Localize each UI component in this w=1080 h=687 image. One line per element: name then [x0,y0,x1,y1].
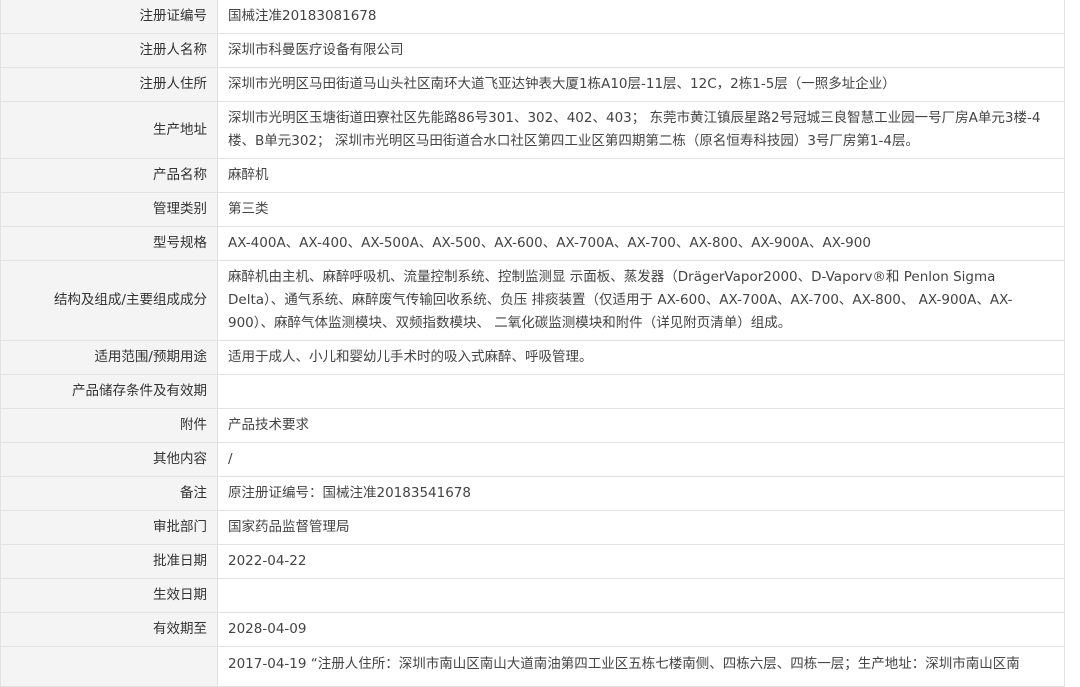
row-label [0,646,218,687]
row-label: 产品名称 [0,158,218,193]
table-row: 型号规格 AX-400A、AX-400、AX-500A、AX-500、AX-60… [0,226,1065,261]
row-value: 麻醉机由主机、麻醉呼吸机、流量控制系统、控制监测显 示面板、蒸发器（Dräger… [217,260,1065,341]
table-row: 有效期至 2028-04-09 [0,612,1065,647]
registration-info-table: 注册证编号 国械注准20183081678 注册人名称 深圳市科曼医疗设备有限公… [0,0,1065,687]
row-value: 2022-04-22 [217,544,1065,579]
row-label: 生产地址 [0,101,218,159]
row-value [217,374,1065,409]
row-label: 其他内容 [0,442,218,477]
table-row: 生效日期 [0,578,1065,613]
row-value: 深圳市光明区马田街道马山头社区南环大道飞亚达钟表大厦1栋A10层-11层、12C… [217,67,1065,102]
row-value: 国械注准20183081678 [217,0,1065,34]
table-row: 管理类别 第三类 [0,192,1065,227]
row-label: 产品储存条件及有效期 [0,374,218,409]
row-value: 深圳市光明区玉塘街道田寮社区先能路86号301、302、402、403； 东莞市… [217,101,1065,159]
row-value: 2028-04-09 [217,612,1065,647]
table-row: 审批部门 国家药品监督管理局 [0,510,1065,545]
row-label: 备注 [0,476,218,511]
table-row: 产品储存条件及有效期 [0,374,1065,409]
table-row: 生产地址 深圳市光明区玉塘街道田寮社区先能路86号301、302、402、403… [0,101,1065,159]
row-value: 2017-04-19 “注册人住所：深圳市南山区南山大道南油第四工业区五栋七楼南… [217,646,1065,687]
table-row: 附件 产品技术要求 [0,408,1065,443]
row-label: 型号规格 [0,226,218,261]
table-row: 注册人住所 深圳市光明区马田街道马山头社区南环大道飞亚达钟表大厦1栋A10层-1… [0,67,1065,102]
table-row: 备注 原注册证编号：国械注准20183541678 [0,476,1065,511]
row-label: 注册人住所 [0,67,218,102]
row-value: 国家药品监督管理局 [217,510,1065,545]
row-value: 适用于成人、小儿和婴幼儿手术时的吸入式麻醉、呼吸管理。 [217,340,1065,375]
row-label: 结构及组成/主要组成成分 [0,260,218,341]
row-value: / [217,442,1065,477]
row-label: 批准日期 [0,544,218,579]
row-label: 适用范围/预期用途 [0,340,218,375]
row-value: AX-400A、AX-400、AX-500A、AX-500、AX-600、AX-… [217,226,1065,261]
row-label: 有效期至 [0,612,218,647]
row-label: 审批部门 [0,510,218,545]
row-label: 注册证编号 [0,0,218,34]
table-row: 结构及组成/主要组成成分 麻醉机由主机、麻醉呼吸机、流量控制系统、控制监测显 示… [0,260,1065,341]
row-value: 产品技术要求 [217,408,1065,443]
page-margin [1065,0,1080,671]
row-value: 第三类 [217,192,1065,227]
table-row: 2017-04-19 “注册人住所：深圳市南山区南山大道南油第四工业区五栋七楼南… [0,646,1065,687]
row-value: 麻醉机 [217,158,1065,193]
table-row: 其他内容 / [0,442,1065,477]
row-value: 原注册证编号：国械注准20183541678 [217,476,1065,511]
row-value: 深圳市科曼医疗设备有限公司 [217,33,1065,68]
table-row: 适用范围/预期用途 适用于成人、小儿和婴幼儿手术时的吸入式麻醉、呼吸管理。 [0,340,1065,375]
table-row: 注册证编号 国械注准20183081678 [0,0,1065,34]
table-row: 产品名称 麻醉机 [0,158,1065,193]
row-label: 注册人名称 [0,33,218,68]
row-value [217,578,1065,613]
row-label: 生效日期 [0,578,218,613]
table-row: 注册人名称 深圳市科曼医疗设备有限公司 [0,33,1065,68]
row-label: 管理类别 [0,192,218,227]
table-row: 批准日期 2022-04-22 [0,544,1065,579]
row-label: 附件 [0,408,218,443]
